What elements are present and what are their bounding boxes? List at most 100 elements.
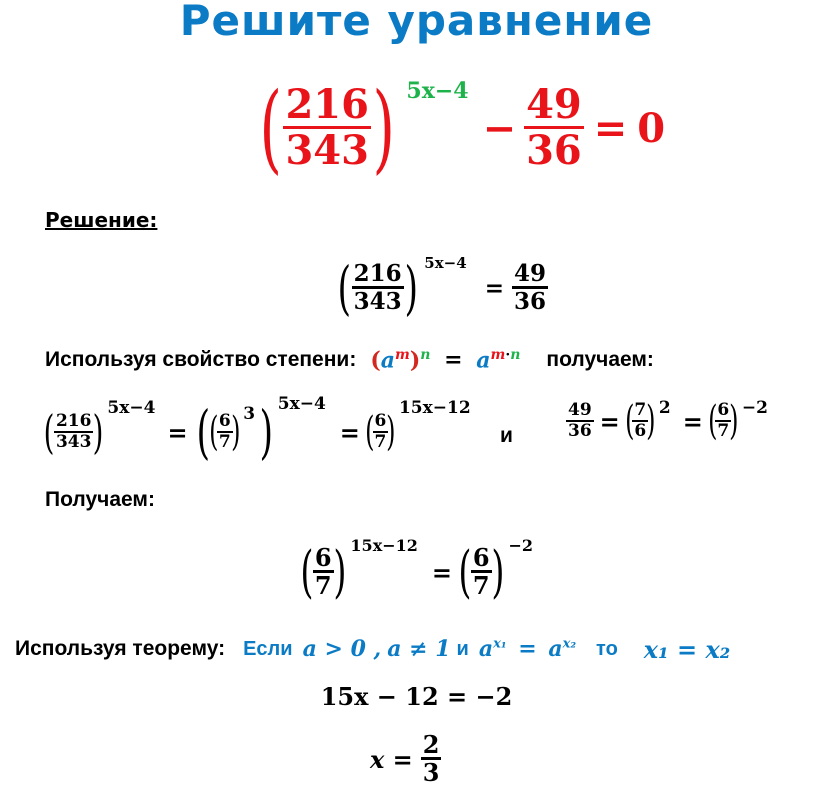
step2-eq4: = — [682, 406, 703, 436]
formula-open-paren: ( — [370, 347, 381, 374]
theorem-prefix: Используя теорему: — [15, 637, 226, 660]
inner-open-paren: ( — [209, 409, 219, 455]
theorem-base-a2: a — [548, 636, 563, 662]
theorem-conclusion: x₁ = x₂ — [643, 634, 731, 664]
step2-eq2: = — [339, 417, 360, 447]
problem-minus: − — [482, 104, 517, 152]
theorem-if: Если — [243, 637, 293, 660]
answer-lhs: x = — [370, 744, 413, 774]
obtain-label: Получаем: — [45, 488, 155, 511]
close-paren: ) — [490, 540, 505, 605]
problem-base-fraction: 216 343 — [283, 80, 371, 174]
formula-exp-product: m·n — [491, 347, 521, 363]
problem-rhs-numerator: 49 — [524, 80, 584, 129]
open-paren: ( — [707, 398, 718, 444]
theorem-line: Используя теорему: Если a > 0 , a ≠ 1 и … — [15, 632, 730, 666]
step3-left-numerator: 6 — [312, 543, 334, 574]
open-paren: ( — [259, 72, 282, 184]
problem-equation: ( 216 343 ) 5x−4 − 49 36 = 0 — [252, 72, 665, 184]
step2-equation: ( 216 343 ) 5x−4 = ( ( 6 7 ) 3 ) 5x−4 = … — [40, 394, 471, 466]
problem-rhs-fraction: 49 36 — [524, 80, 584, 174]
step1-base-numerator: 216 — [351, 261, 404, 289]
step2-base-denominator: 343 — [55, 431, 92, 452]
step2-inner-exp: 3 — [243, 404, 256, 424]
open-paren: ( — [458, 540, 472, 605]
step1-equation: ( 216 343 ) 5x−4 = 49 36 — [333, 254, 548, 322]
formula-exp-n2: n — [510, 346, 521, 363]
step1-rhs-denominator: 36 — [513, 287, 546, 315]
step2-eq3: = — [599, 406, 620, 436]
step1-base-fraction: 216 343 — [351, 261, 404, 315]
problem-base-numerator: 216 — [283, 80, 371, 129]
theorem-equality: ax₁ = ax₂ — [479, 636, 576, 662]
outer-open-paren: ( — [196, 398, 210, 466]
theorem-base-a1: a — [478, 636, 494, 662]
formula-base-a: a — [380, 347, 396, 374]
solution-heading: Решение: — [45, 208, 158, 232]
formula-exp-n: n — [420, 346, 431, 363]
property-prefix: Используя свойство степени: — [45, 348, 357, 371]
step2-r-fraction: 49 36 — [566, 399, 594, 441]
step1-equals: = — [484, 274, 504, 302]
close-paren: ) — [332, 540, 347, 605]
step3-left-denominator: 7 — [314, 571, 332, 601]
step3-left-fraction: 6 7 — [312, 543, 334, 601]
answer-fraction: 2 3 — [420, 730, 442, 788]
theorem-cond1: a > 0 , — [302, 636, 382, 662]
step2-base-fraction: 216 343 — [53, 410, 94, 452]
step1-rhs-fraction: 49 36 — [511, 261, 548, 315]
close-paren: ) — [372, 72, 395, 184]
step3-left-exp: 15x−12 — [350, 536, 418, 555]
problem-exponent: 5x−4 — [406, 78, 469, 104]
theorem-exp-x2: x₂ — [562, 636, 577, 652]
problem-rhs-denominator: 36 — [526, 126, 582, 174]
answer-denominator: 3 — [422, 758, 440, 788]
step2-exp1: 5x−4 — [107, 398, 156, 418]
formula-base-a2: a — [476, 347, 491, 374]
step2-outer-exp: 5x−4 — [277, 394, 326, 414]
step1-base-denominator: 343 — [353, 287, 402, 315]
close-paren: ) — [386, 409, 396, 455]
formula-exp-m: m — [395, 346, 410, 363]
step1-rhs-numerator: 49 — [511, 261, 548, 289]
step3-equation: ( 6 7 ) 15x−12 = ( 6 7 ) −2 — [296, 536, 533, 605]
answer-numerator: 2 — [420, 730, 442, 761]
step1-exponent: 5x−4 — [424, 254, 467, 272]
formula-equals: = — [444, 347, 463, 374]
theorem-eq: = — [518, 636, 537, 662]
formula-exp-m2: m — [490, 346, 506, 363]
theorem-and: и — [456, 637, 469, 660]
inner-close-paren: ) — [230, 409, 241, 455]
step2-rhs-equation: 49 36 = ( 7 6 ) 2 = ( 6 7 ) −2 — [566, 398, 768, 444]
close-paren: ) — [93, 405, 104, 459]
problem-base-denominator: 343 — [285, 126, 369, 174]
open-paren: ( — [300, 540, 314, 605]
open-paren: ( — [43, 405, 55, 459]
step2-res-exp: 15x−12 — [398, 398, 471, 418]
step2-r2-exp: 2 — [658, 398, 671, 418]
step3-right-fraction: 6 7 — [470, 543, 492, 601]
theorem-cond2: a ≠ 1 — [387, 636, 451, 662]
power-property-formula: (am)n = am·n — [370, 347, 520, 373]
open-paren: ( — [624, 398, 635, 444]
step3-right-exp: −2 — [508, 536, 533, 555]
close-paren: ) — [404, 254, 418, 322]
outer-close-paren: ) — [259, 398, 274, 466]
step2-r-denominator: 36 — [568, 420, 592, 441]
step3-right-numerator: 6 — [470, 543, 492, 574]
problem-zero: 0 — [637, 104, 666, 152]
open-paren: ( — [337, 254, 352, 322]
step2-base-numerator: 216 — [53, 410, 94, 433]
answer-equation: x = 2 3 — [370, 730, 442, 788]
step3-right-denominator: 7 — [472, 571, 490, 601]
step4-equation: 15x − 12 = −2 — [320, 682, 513, 711]
formula-close-paren: ) — [409, 347, 421, 374]
and-word: и — [500, 424, 513, 447]
problem-equals: = — [593, 104, 628, 152]
close-paren: ) — [729, 398, 739, 444]
theorem-then: то — [596, 637, 618, 660]
step2-r3-exp: −2 — [741, 398, 768, 418]
open-paren: ( — [365, 409, 375, 455]
property-line: Используя свойство степени: (am)n = am·n… — [45, 344, 654, 376]
step2-r-numerator: 49 — [566, 399, 594, 422]
